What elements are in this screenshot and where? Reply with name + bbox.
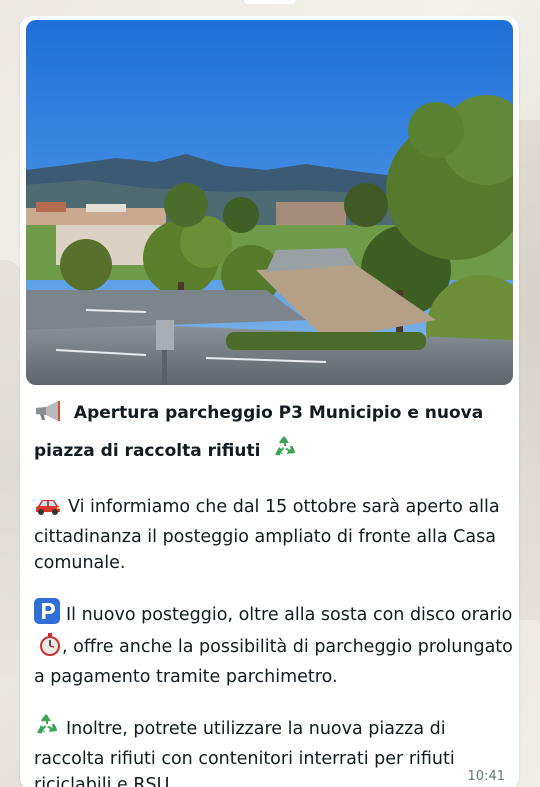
paragraph-2-text-a: Il nuovo posteggio, oltre alla sosta con… [66,605,513,625]
paragraph-1-text: Vi informiamo che dal 15 ottobre sarà ap… [34,497,500,573]
parking-icon [34,598,60,632]
car-icon [34,498,62,524]
paragraph-1: Vi informiamo che dal 15 ottobre sarà ap… [34,494,514,576]
megaphone-icon [34,400,62,434]
background-decoration-left [0,260,22,680]
message-text: Apertura parcheggio P3 Municipio e nuova… [34,396,514,787]
paragraph-2-text-b: , offre anche la possibilità di parchegg… [34,637,513,687]
recycle-icon [272,434,299,472]
title-line-2: piazza di raccolta rifiuti [34,441,261,461]
message-timestamp: 10:41 [467,769,505,784]
paragraph-3: Inoltre, potrete utilizzare la nuova pia… [34,712,514,787]
scroll-indicator [244,0,296,4]
parking-area-photo [26,20,513,385]
message-photo[interactable] [26,20,513,385]
paragraph-2: Il nuovo posteggio, oltre alla sosta con… [34,598,514,690]
recycle-icon [34,712,60,746]
message-bubble[interactable]: Apertura parcheggio P3 Municipio e nuova… [20,16,519,787]
title-line-1: Apertura parcheggio P3 Municipio e nuova [73,403,484,423]
stopwatch-icon [38,632,62,664]
message-title: Apertura parcheggio P3 Municipio e nuova… [34,396,514,472]
paragraph-3-text: Inoltre, potrete utilizzare la nuova pia… [34,719,455,787]
